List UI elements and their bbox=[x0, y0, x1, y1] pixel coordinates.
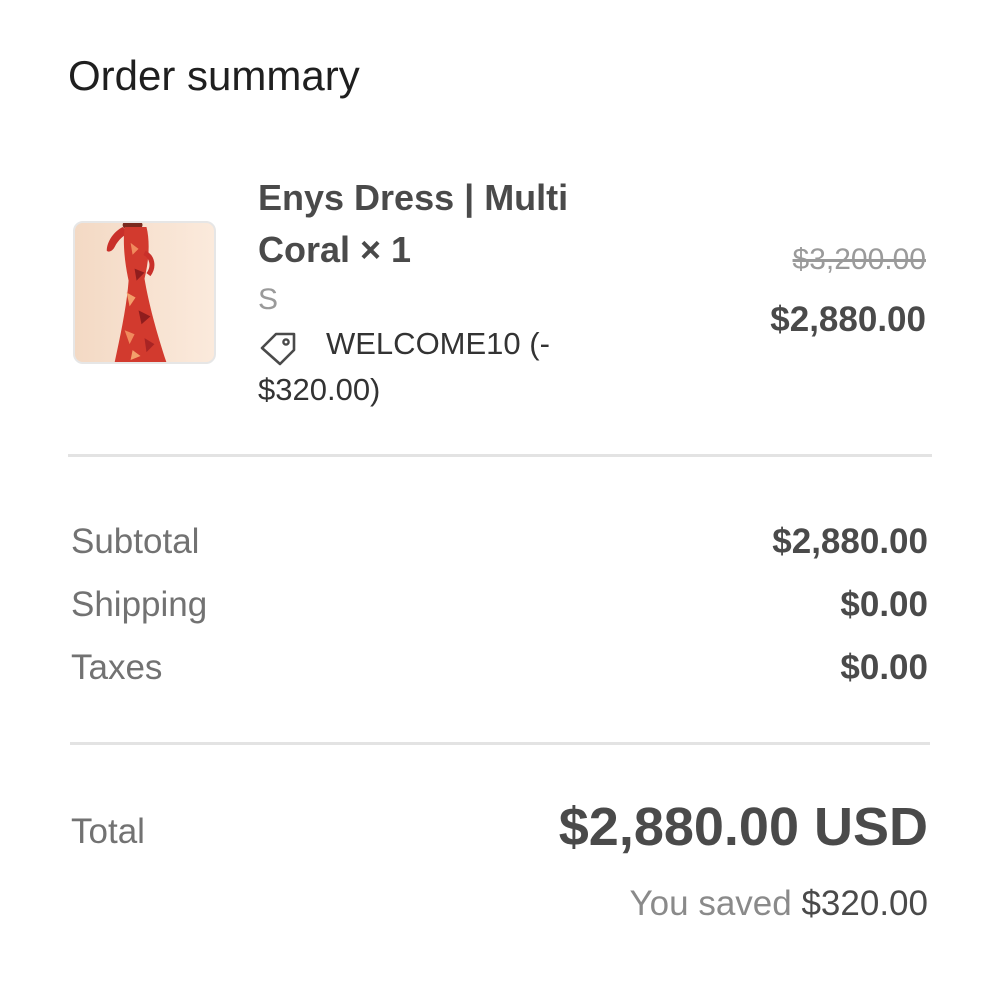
subtotal-value: $2,880.00 bbox=[772, 522, 928, 561]
product-name: Enys Dress | Multi Coral × 1 bbox=[258, 172, 618, 276]
taxes-value: $0.00 bbox=[840, 648, 928, 687]
shipping-value: $0.00 bbox=[840, 585, 928, 624]
taxes-label: Taxes bbox=[71, 648, 163, 687]
product-image[interactable] bbox=[73, 221, 216, 364]
discount-code: WELCOME10 (- bbox=[326, 326, 550, 361]
shipping-label: Shipping bbox=[71, 585, 208, 624]
discount-amount: $320.00) bbox=[258, 372, 381, 407]
original-price: $3,200.00 bbox=[792, 243, 926, 276]
total-label: Total bbox=[71, 812, 145, 851]
savings-amount: $320.00 bbox=[801, 884, 928, 923]
divider bbox=[70, 742, 930, 745]
divider bbox=[68, 454, 932, 457]
current-price: $2,880.00 bbox=[770, 300, 926, 339]
product-name-line1: Enys Dress | Multi bbox=[258, 177, 569, 218]
subtotal-label: Subtotal bbox=[71, 522, 200, 561]
savings-note: You saved $320.00 bbox=[630, 884, 928, 924]
product-variant: S bbox=[258, 283, 279, 316]
page-title: Order summary bbox=[68, 52, 360, 99]
dress-image bbox=[75, 223, 214, 362]
total-value: $2,880.00 USD bbox=[558, 797, 928, 857]
savings-label: You saved bbox=[629, 884, 792, 923]
tag-icon bbox=[260, 332, 296, 366]
product-name-line2: Coral × 1 bbox=[258, 229, 412, 270]
